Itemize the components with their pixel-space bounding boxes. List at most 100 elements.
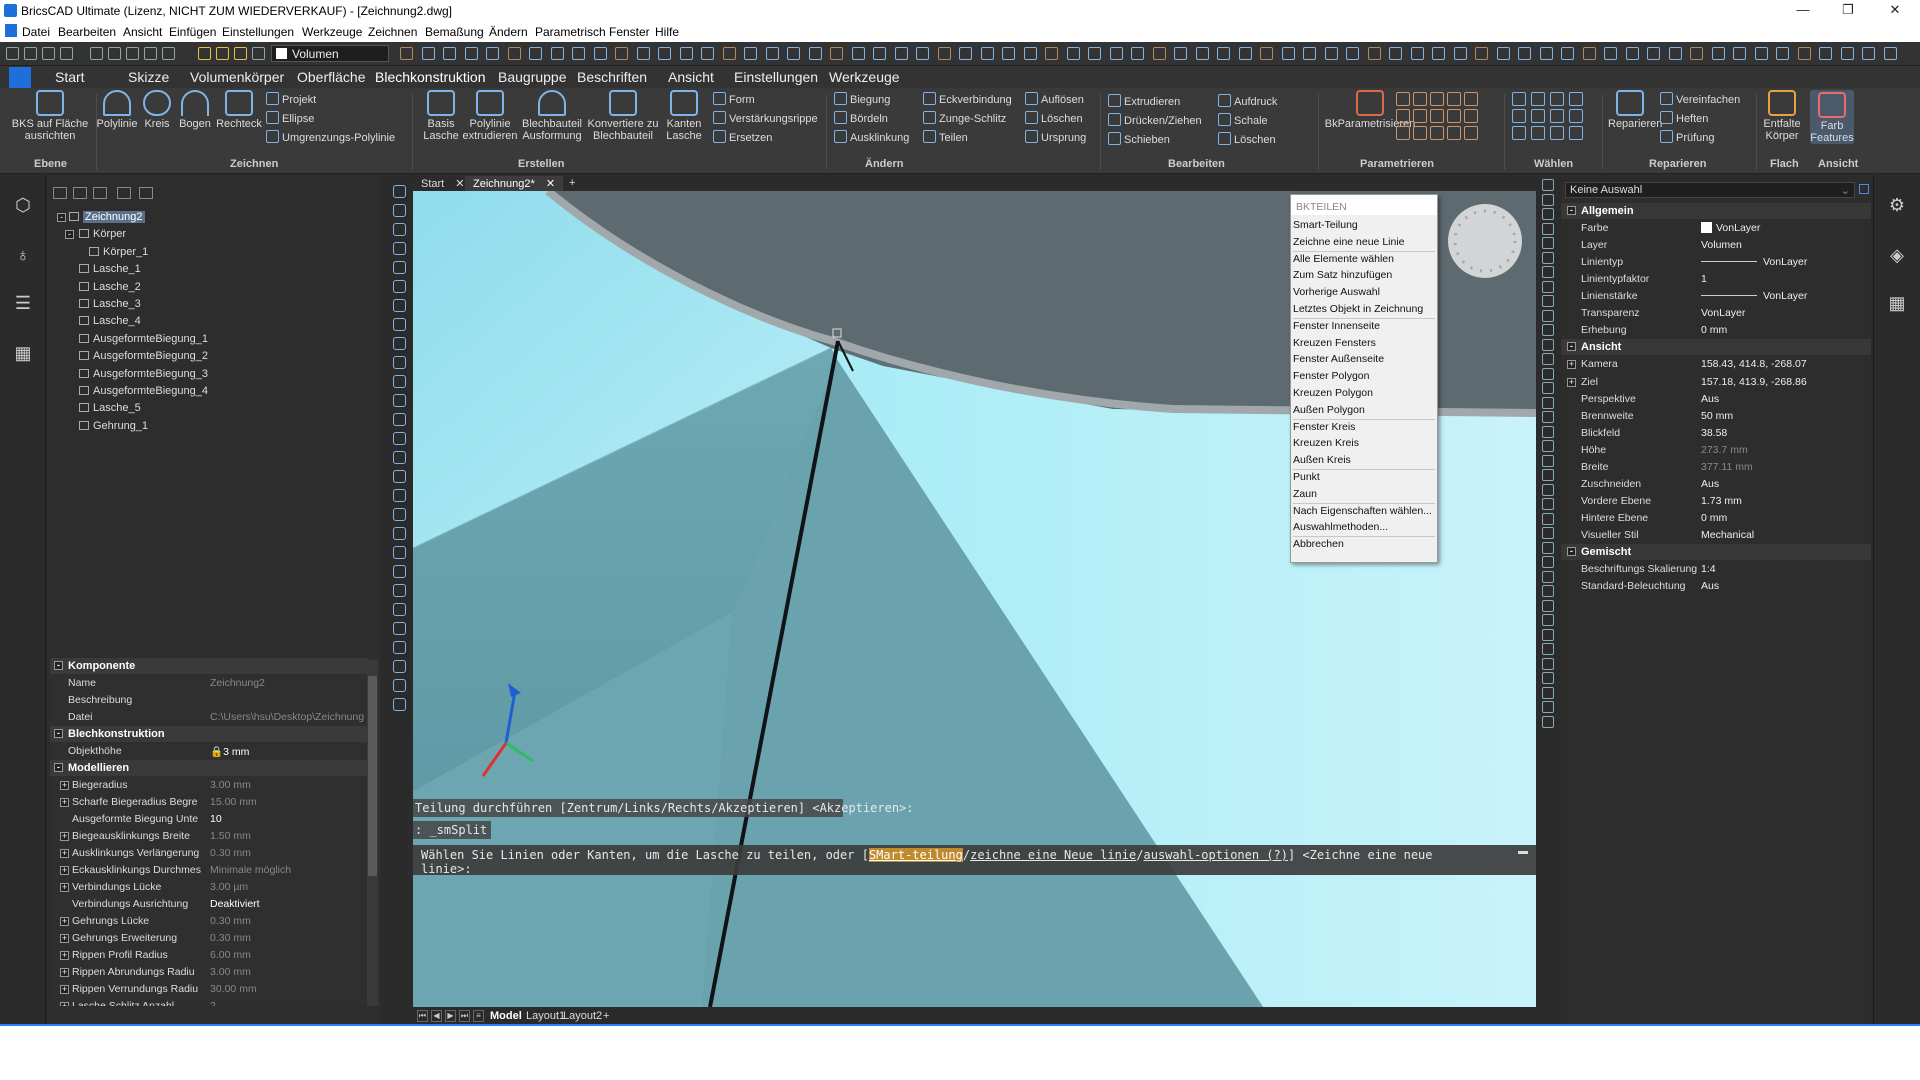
view-tool-icon[interactable] [1542,454,1554,467]
browser-tool-icon[interactable] [139,187,153,199]
new-file-icon[interactable] [6,47,19,60]
context-menu-item[interactable]: Fenster Kreis [1293,419,1435,435]
property-row[interactable]: Brennweite 50 mm [1561,408,1871,425]
toolbar-tool-icon[interactable] [1883,47,1897,60]
draw-tool-icon[interactable] [393,451,406,464]
draw-tool-icon[interactable] [393,432,406,445]
tab-layout1[interactable]: Layout1 [526,1010,565,1022]
browser-tool-icon[interactable] [53,187,67,199]
save-as-icon[interactable] [60,47,73,60]
draw-tool-icon[interactable] [393,641,406,654]
property-value[interactable]: Volumen [1701,239,1869,251]
select-icon[interactable] [1512,126,1526,140]
draw-tool-icon[interactable] [393,223,406,236]
bogen-button[interactable]: Bogen [176,90,214,130]
property-value[interactable]: C:\Users\hsu\Desktop\Zeichnung [210,711,370,723]
draw-tool-icon[interactable] [393,413,406,426]
property-value[interactable]: 1:4 [1701,563,1869,575]
toolbar-tool-icon[interactable] [937,47,951,60]
toolbar-tool-icon[interactable] [593,47,607,60]
quick-select-icon[interactable] [1859,184,1869,194]
druecken-ziehen-button[interactable]: Drücken/Ziehen [1108,113,1202,127]
view-tool-icon[interactable] [1542,498,1554,510]
toolbar-tool-icon[interactable] [980,47,994,60]
toolbar-tool-icon[interactable] [679,47,693,60]
context-menu-item[interactable]: Abbrechen [1293,536,1435,552]
draw-tool-icon[interactable] [393,470,406,483]
select-icon[interactable] [1512,92,1526,106]
context-menu-item[interactable]: Kreuzen Polygon [1293,385,1435,401]
close-button[interactable]: ✕ [1875,2,1915,18]
tab-werkzeuge[interactable]: Werkzeuge [829,69,900,85]
reparieren-button[interactable]: Reparieren [1608,90,1662,130]
toolbar-tool-icon[interactable] [1453,47,1467,60]
section-expander[interactable]: - [1567,547,1576,556]
property-section-header[interactable]: - Gemischt [1561,544,1871,560]
toolbar-tool-icon[interactable] [1195,47,1209,60]
menu-aendern[interactable]: Ändern [489,25,528,39]
toolbar-tool-icon[interactable] [1109,47,1123,60]
toolbar-tool-icon[interactable] [486,47,499,60]
draw-tool-icon[interactable] [393,280,406,293]
property-value[interactable]: 50 mm [1701,410,1869,422]
property-row[interactable]: Ausgeformte Biegung Unte 10 [50,811,368,828]
toolbar-tool-icon[interactable] [464,47,478,60]
property-row[interactable]: + Biegeradius 3.00 mm [50,777,368,794]
section-expander[interactable]: - [54,763,63,772]
draw-tool-icon[interactable] [393,489,406,502]
context-menu-item[interactable]: Smart-Teilung [1293,217,1435,233]
context-menu-item[interactable]: Alle Elemente wählen [1293,251,1435,267]
view-tool-icon[interactable] [1542,425,1554,438]
extrudieren-button[interactable]: Extrudieren [1108,94,1180,108]
schale-button[interactable]: Schale [1218,113,1268,127]
property-value[interactable]: Aus [1701,478,1869,490]
section-expander[interactable]: - [54,661,63,670]
constraint-icon[interactable] [1464,126,1478,140]
view-tool-icon[interactable] [1542,483,1554,496]
property-expander[interactable]: + [60,917,69,926]
toolbar-tool-icon[interactable] [529,47,542,60]
tree-item[interactable]: AusgeformteBiegung_1 [79,333,208,345]
browser-tool-icon[interactable] [117,187,131,199]
ursprung-button[interactable]: Ursprung [1025,130,1086,144]
toolbar-tool-icon[interactable] [443,47,456,60]
property-value[interactable]: 38.58 [1701,427,1869,439]
close-tab-icon[interactable]: ✕ [546,178,555,190]
property-value[interactable]: 273.7 mm [1701,444,1869,456]
menu-ansicht[interactable]: Ansicht [123,25,162,39]
property-row[interactable]: + Rippen Abrundungs Radiu 3.00 mm [50,964,368,981]
toolbar-tool-icon[interactable] [1711,47,1725,60]
context-menu-item[interactable]: Kreuzen Kreis [1293,435,1435,451]
toolbar-tool-icon[interactable] [1238,47,1252,60]
minimize-command-icon[interactable] [1518,851,1528,854]
property-row[interactable]: Objekthöhe 🔒3 mm [50,743,368,760]
property-value[interactable]: Minimale möglich [210,864,370,876]
tree-item[interactable]: AusgeformteBiegung_2 [79,350,208,362]
toolbar-tool-icon[interactable] [830,47,843,60]
kreis-button[interactable]: Kreis [140,90,174,130]
eckverbindung-button[interactable]: Eckverbindung [923,92,1012,106]
tab-model[interactable]: Model [490,1010,522,1022]
tab-einstellungen[interactable]: Einstellungen [734,69,818,85]
toolbar-tool-icon[interactable] [722,47,736,60]
farb-features-button[interactable]: Farb Features [1810,90,1854,144]
constraint-icon[interactable] [1447,92,1461,106]
property-value[interactable]: 2 [210,1000,370,1006]
property-expander[interactable]: + [60,883,69,892]
scrollbar-thumb[interactable] [368,676,377,876]
toolbar-tool-icon[interactable] [1668,47,1682,60]
toolbar-tool-icon[interactable] [636,47,650,60]
property-row[interactable]: Visueller Stil Mechanical [1561,527,1871,544]
constraint-icon[interactable] [1430,92,1444,106]
verstaerkungsrippe-button[interactable]: Verstärkungsrippe [713,111,818,125]
vereinfachen-button[interactable]: Vereinfachen [1660,92,1740,106]
properties-icon[interactable]: ⚙ [1886,195,1908,217]
property-row[interactable]: + Rippen Verrundungs Radiu 30.00 mm [50,981,368,998]
property-row[interactable]: + Eckausklinkungs Durchmes Minimale möglic… [50,862,368,879]
property-expander[interactable]: + [60,798,69,807]
mechanical-browser-icon[interactable]: ⬡ [12,195,34,217]
property-value[interactable]: VonLayer [1701,222,1869,234]
property-value[interactable]: 377.11 mm [1701,461,1869,473]
print-icon[interactable] [90,47,103,60]
constraint-icon[interactable] [1396,109,1410,123]
